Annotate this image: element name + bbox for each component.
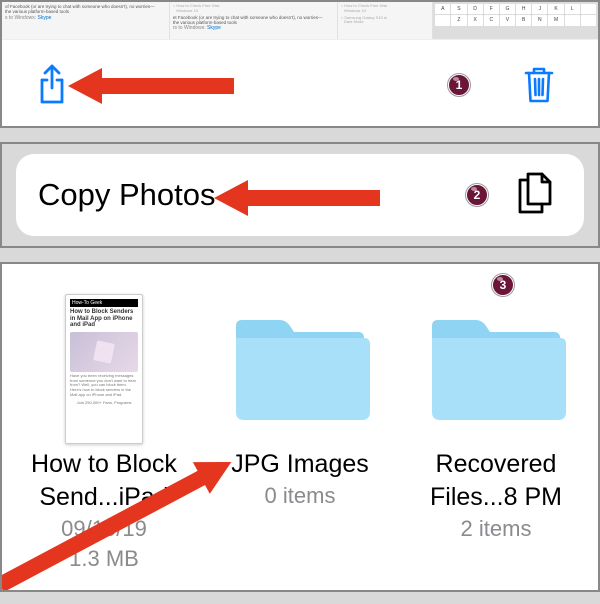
file-title: Send...iPad	[39, 481, 168, 514]
file-size: 1.3 MB	[69, 544, 139, 574]
step-badge-1: 1	[448, 74, 470, 96]
tab-link-row: rs to Windows: Skype	[173, 25, 334, 31]
trash-icon	[522, 65, 556, 105]
folder-title: JPG Images	[231, 448, 369, 481]
panel-share-toolbar: of Facebook (or are trying to chat with …	[0, 0, 600, 128]
toolbar: 1	[2, 40, 598, 128]
share-sheet-row[interactable]: Copy Photos 2	[16, 154, 584, 236]
share-icon	[34, 64, 70, 106]
file-date: 09/10/19	[61, 514, 147, 544]
panel-files-grid: 3 How-To Geek How to Block Senders in Ma…	[0, 262, 600, 592]
folder-icon	[426, 314, 566, 424]
app-preview-tab[interactable]: ○ How to Check Free Disk Windows 10 ○ Sa…	[338, 2, 433, 39]
file-item-folder[interactable]: JPG Images 0 items	[208, 282, 392, 573]
app-preview-tab[interactable]: ○ How to Check Free Disk Windows 10 et F…	[170, 2, 338, 39]
file-item-document[interactable]: How-To Geek How to Block Senders in Mail…	[12, 282, 196, 573]
folder-item-count: 0 items	[265, 481, 336, 511]
share-button[interactable]	[30, 60, 74, 110]
keyboard-preview: ASDFGHJKL ZXCVBNM	[433, 2, 598, 39]
document-thumbnail: How-To Geek How to Block Senders in Mail…	[65, 294, 143, 444]
annotation-arrow	[214, 176, 384, 225]
annotation-arrow	[68, 64, 238, 113]
panel-share-sheet: Copy Photos 2	[0, 142, 600, 248]
app-preview-tab[interactable]: of Facebook (or are trying to chat with …	[2, 2, 170, 39]
delete-button[interactable]	[518, 61, 560, 109]
copy-photos-label: Copy Photos	[38, 177, 216, 213]
app-switcher-strip: of Facebook (or are trying to chat with …	[2, 2, 598, 40]
folder-icon	[230, 314, 370, 424]
file-title: How to Block	[31, 448, 177, 481]
folder-title: Files...8 PM	[430, 481, 562, 514]
file-item-folder[interactable]: Recovered Files...8 PM 2 items	[404, 282, 588, 573]
tab-link-row: s to Windows: Skype	[5, 15, 166, 21]
copy-icon	[514, 170, 554, 221]
step-badge-2: 2	[466, 184, 488, 206]
folder-item-count: 2 items	[461, 514, 532, 544]
folder-title: Recovered	[436, 448, 557, 481]
